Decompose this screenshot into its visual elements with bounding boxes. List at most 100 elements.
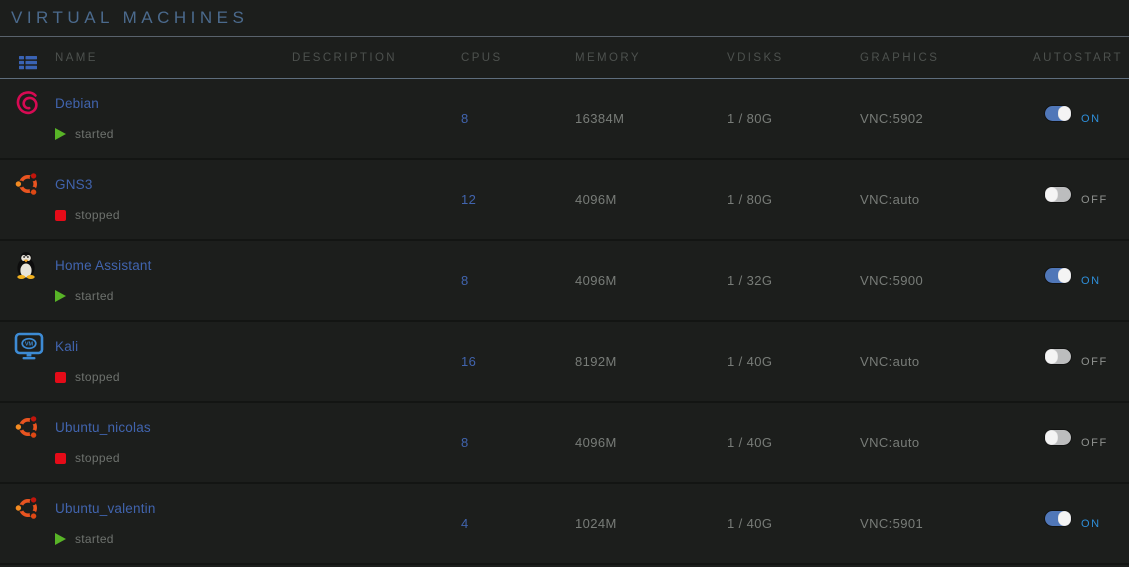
vm-state-label: started	[75, 289, 114, 303]
autostart-state-label: OFF	[1081, 194, 1108, 206]
ubuntu-icon	[0, 484, 55, 563]
col-header-graphics: GRAPHICS	[860, 37, 1033, 78]
stop-icon	[55, 372, 66, 383]
vm-description	[292, 241, 461, 320]
toggle-knob	[1058, 106, 1071, 121]
autostart-state-label: OFF	[1081, 437, 1108, 449]
table-row: Ubuntu_nicolas stopped 8 4096M 1 / 40G V…	[0, 403, 1129, 484]
stop-icon	[55, 453, 66, 464]
ubuntu-icon	[0, 160, 55, 239]
debian-icon	[0, 79, 55, 158]
autostart-state-label: ON	[1081, 275, 1101, 287]
vm-cpus-link[interactable]: 8	[461, 273, 469, 288]
vm-description	[292, 79, 461, 158]
autostart-toggle[interactable]	[1045, 106, 1071, 121]
tux-icon	[0, 241, 55, 320]
table-header: NAME DESCRIPTION CPUS MEMORY VDISKS GRAP…	[0, 37, 1129, 79]
autostart-toggle[interactable]	[1045, 349, 1071, 364]
vm-graphics: VNC:5901	[860, 484, 1033, 563]
toggle-knob	[1045, 187, 1058, 202]
vm-state-label: stopped	[75, 370, 120, 384]
table-row: Debian started 8 16384M 1 / 80G VNC:5902…	[0, 79, 1129, 160]
autostart-toggle[interactable]	[1045, 430, 1071, 445]
vm-cpus-link[interactable]: 8	[461, 435, 469, 450]
vm-memory: 16384M	[575, 79, 727, 158]
vm-graphics: VNC:5900	[860, 241, 1033, 320]
vm-memory: 1024M	[575, 484, 727, 563]
vm-state: stopped	[55, 209, 292, 221]
autostart-toggle[interactable]	[1045, 187, 1071, 202]
vm-page: VIRTUAL MACHINES NAME DESCRIPTION CPUS M…	[0, 0, 1129, 567]
col-header-vdisks: VDISKS	[727, 37, 860, 78]
page-title: VIRTUAL MACHINES	[11, 8, 248, 28]
autostart-toggle[interactable]	[1045, 511, 1071, 526]
vm-cpus-link[interactable]: 12	[461, 192, 476, 207]
vm-graphics: VNC:auto	[860, 403, 1033, 482]
col-header-memory: MEMORY	[575, 37, 727, 78]
stop-icon	[55, 210, 66, 221]
vm-name-link[interactable]: Ubuntu_nicolas	[55, 420, 292, 436]
table-view-icon	[0, 37, 55, 78]
play-icon	[55, 128, 66, 140]
vm-state: started	[55, 533, 292, 545]
vm-memory: 4096M	[575, 403, 727, 482]
vm-description	[292, 322, 461, 401]
vm-vdisks: 1 / 40G	[727, 484, 860, 563]
vm-cpus-link[interactable]: 4	[461, 516, 469, 531]
vm-vdisks: 1 / 40G	[727, 322, 860, 401]
vm-graphics: VNC:5902	[860, 79, 1033, 158]
vm-name-cell: Home Assistant started	[55, 241, 292, 320]
autostart-toggle[interactable]	[1045, 268, 1071, 283]
col-header-name: NAME	[55, 37, 292, 78]
vm-state: started	[55, 290, 292, 302]
vm-state: stopped	[55, 452, 292, 464]
vm-vdisks: 1 / 40G	[727, 403, 860, 482]
vm-vdisks: 1 / 80G	[727, 79, 860, 158]
autostart-state-label: ON	[1081, 518, 1101, 530]
vm-name-cell: Ubuntu_nicolas stopped	[55, 403, 292, 482]
vm-graphics: VNC:auto	[860, 160, 1033, 239]
play-icon	[55, 290, 66, 302]
vm-state-label: started	[75, 532, 114, 546]
toggle-knob	[1045, 349, 1058, 364]
table-row: Ubuntu_valentin started 4 1024M 1 / 40G …	[0, 484, 1129, 565]
vm-memory: 8192M	[575, 322, 727, 401]
vm-state-label: stopped	[75, 208, 120, 222]
vm-state: started	[55, 128, 292, 140]
vm-description	[292, 160, 461, 239]
col-header-description: DESCRIPTION	[292, 37, 461, 78]
col-header-cpus: CPUS	[461, 37, 575, 78]
vm-cpus-link[interactable]: 16	[461, 354, 476, 369]
table-row: Home Assistant started 8 4096M 1 / 32G V…	[0, 241, 1129, 322]
vm-name-link[interactable]: Debian	[55, 96, 292, 112]
vm-name-cell: Kali stopped	[55, 322, 292, 401]
ubuntu-icon	[0, 403, 55, 482]
vm-vdisks: 1 / 80G	[727, 160, 860, 239]
vm-name-link[interactable]: Kali	[55, 339, 292, 355]
col-header-autostart: AUTOSTART	[1033, 37, 1129, 78]
vm-description	[292, 403, 461, 482]
autostart-state-label: ON	[1081, 113, 1101, 125]
vm-graphics: VNC:auto	[860, 322, 1033, 401]
vm-cpus-link[interactable]: 8	[461, 111, 469, 126]
vm-name-cell: Debian started	[55, 79, 292, 158]
vm-state-label: started	[75, 127, 114, 141]
toggle-knob	[1045, 430, 1058, 445]
vm-name-link[interactable]: Home Assistant	[55, 258, 292, 274]
page-titlebar: VIRTUAL MACHINES	[0, 0, 1129, 37]
play-icon	[55, 533, 66, 545]
toggle-knob	[1058, 268, 1071, 283]
vm-monitor-icon	[0, 322, 55, 401]
vm-description	[292, 484, 461, 563]
toggle-knob	[1058, 511, 1071, 526]
vm-memory: 4096M	[575, 160, 727, 239]
vm-state-label: stopped	[75, 451, 120, 465]
vm-state: stopped	[55, 371, 292, 383]
vm-vdisks: 1 / 32G	[727, 241, 860, 320]
vm-name-link[interactable]: GNS3	[55, 177, 292, 193]
table-row: Kali stopped 16 8192M 1 / 40G VNC:auto O…	[0, 322, 1129, 403]
vm-name-link[interactable]: Ubuntu_valentin	[55, 501, 292, 517]
table-row: GNS3 stopped 12 4096M 1 / 80G VNC:auto O…	[0, 160, 1129, 241]
vm-name-cell: GNS3 stopped	[55, 160, 292, 239]
vm-name-cell: Ubuntu_valentin started	[55, 484, 292, 563]
